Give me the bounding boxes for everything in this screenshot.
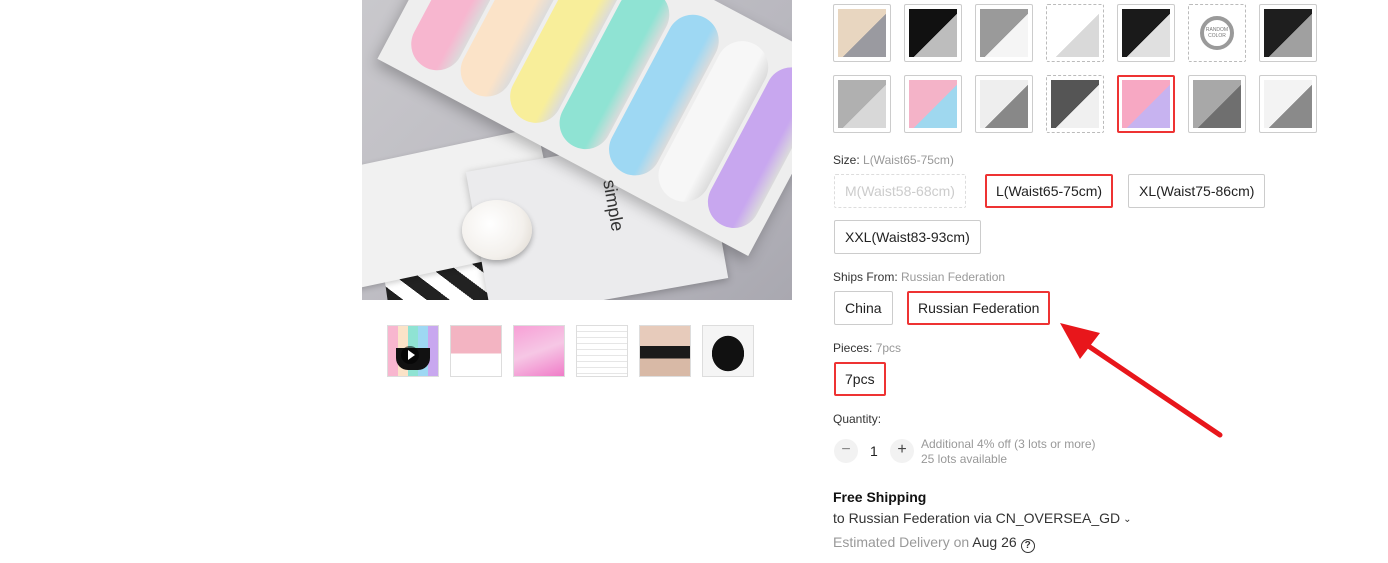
color-option-image: RANDOM COLOR — [1193, 9, 1241, 57]
quantity-label: Quantity: — [833, 412, 882, 426]
size-option-l[interactable]: L(Waist65-75cm) — [985, 174, 1114, 208]
color-option-image — [1122, 80, 1170, 128]
color-option-image — [1193, 80, 1241, 128]
thumbnail-video[interactable] — [387, 325, 439, 377]
color-option-image — [980, 80, 1028, 128]
size-label-text: Size: — [833, 153, 864, 167]
chevron-down-icon[interactable]: ⌄ — [1123, 514, 1131, 525]
arrow-head — [1060, 323, 1100, 359]
color-option-13[interactable] — [1188, 75, 1246, 133]
ships-from-label: Ships From: Russian Federation — [833, 270, 1005, 284]
pieces-option-7pcs[interactable]: 7pcs — [834, 362, 886, 396]
color-option-14[interactable] — [1259, 75, 1317, 133]
quantity-value[interactable]: 1 — [870, 443, 878, 459]
estimated-delivery: Estimated Delivery on Aug 26? — [833, 534, 1035, 553]
ships-from-china[interactable]: China — [834, 291, 893, 325]
main-product-image[interactable]: simple — [362, 0, 792, 300]
quantity-decrease-button[interactable]: − — [834, 439, 858, 463]
play-icon — [401, 346, 419, 364]
color-option-3[interactable] — [975, 4, 1033, 62]
color-option-8[interactable] — [833, 75, 891, 133]
size-option-m[interactable]: M(Waist58-68cm) — [834, 174, 966, 208]
cotton-flower — [462, 200, 532, 260]
shipping-method[interactable]: to Russian Federation via CN_OVERSEA_GD ⌄ — [833, 510, 1132, 526]
color-option-image — [838, 80, 886, 128]
help-icon[interactable]: ? — [1020, 539, 1035, 553]
delivery-date: Aug 26 — [972, 534, 1017, 550]
color-option-image — [1122, 9, 1170, 57]
color-option-5[interactable] — [1117, 4, 1175, 62]
color-option-7[interactable] — [1259, 4, 1317, 62]
ships-from-selected-value: Russian Federation — [901, 270, 1006, 284]
thumbnail-5[interactable] — [639, 325, 691, 377]
annotation-arrow — [1060, 323, 1223, 438]
color-option-image — [1264, 80, 1312, 128]
pieces-label: Pieces: 7pcs — [833, 341, 901, 355]
size-option-xxl[interactable]: XXL(Waist83-93cm) — [834, 220, 981, 254]
thumbnail-strip — [387, 325, 754, 377]
thumbnail-3[interactable] — [513, 325, 565, 377]
arrow-shaft — [1075, 336, 1223, 438]
pieces-selected-value: 7pcs — [875, 341, 902, 355]
color-option-4[interactable] — [1046, 4, 1104, 62]
ships-from-russian-federation[interactable]: Russian Federation — [907, 291, 1051, 325]
color-option-11[interactable] — [1046, 75, 1104, 133]
color-option-image — [1051, 9, 1099, 57]
size-option-xl[interactable]: XL(Waist75-86cm) — [1128, 174, 1266, 208]
color-option-image — [1051, 80, 1099, 128]
color-option-image — [1264, 9, 1312, 57]
thumbnail-6[interactable] — [702, 325, 754, 377]
color-option-6[interactable]: RANDOM COLOR — [1188, 4, 1246, 62]
color-option-10[interactable] — [975, 75, 1033, 133]
color-option-image — [980, 9, 1028, 57]
ships-from-label-text: Ships From: — [833, 270, 902, 284]
color-option-2[interactable] — [904, 4, 962, 62]
size-label: Size: L(Waist65-75cm) — [833, 153, 954, 167]
color-option-image — [838, 9, 886, 57]
color-options: RANDOM COLOR — [833, 4, 1317, 133]
thumbnail-4[interactable] — [576, 325, 628, 377]
pieces-label-text: Pieces: — [833, 341, 876, 355]
color-option-image — [909, 9, 957, 57]
color-option-image — [909, 80, 957, 128]
random-color-badge: RANDOM COLOR — [1200, 16, 1234, 50]
quantity-available-note: 25 lots available — [921, 452, 1008, 466]
color-option-12[interactable] — [1117, 75, 1175, 133]
shipping-method-text: to Russian Federation via CN_OVERSEA_GD — [833, 510, 1121, 526]
quantity-increase-button[interactable]: + — [890, 439, 914, 463]
delivery-prefix: Estimated Delivery on — [833, 534, 973, 550]
size-selected-value: L(Waist65-75cm) — [863, 153, 954, 167]
color-option-1[interactable] — [833, 4, 891, 62]
color-option-9[interactable] — [904, 75, 962, 133]
free-shipping-title: Free Shipping — [833, 489, 927, 505]
thumbnail-2[interactable] — [450, 325, 502, 377]
